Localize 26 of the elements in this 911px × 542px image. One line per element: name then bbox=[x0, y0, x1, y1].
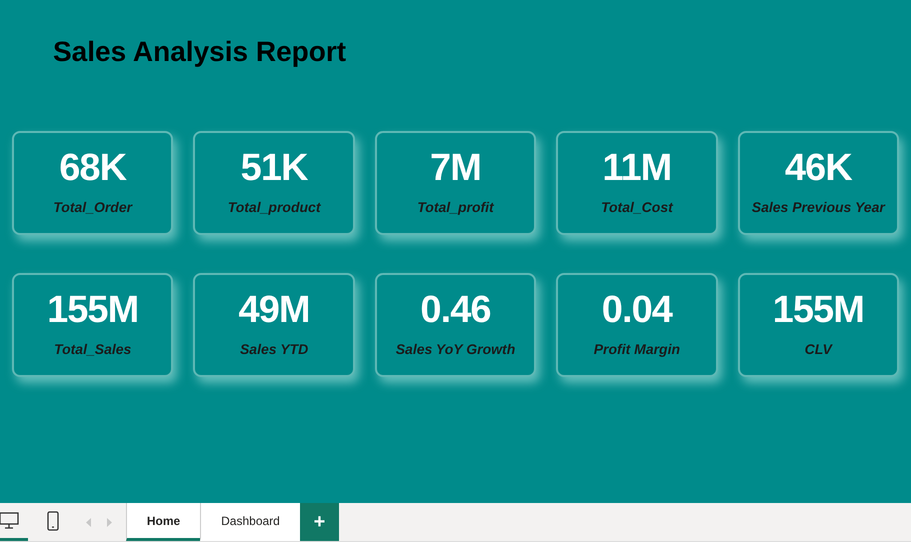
add-page-button[interactable]: + bbox=[300, 503, 339, 541]
kpi-value: 68K bbox=[59, 148, 126, 186]
kpi-label: Profit Margin bbox=[594, 340, 680, 359]
kpi-value: 7M bbox=[430, 148, 481, 186]
kpi-value: 0.04 bbox=[602, 290, 672, 328]
kpi-label: Total_Sales bbox=[54, 340, 132, 358]
report-title: Sales Analysis Report bbox=[53, 35, 346, 69]
kpi-value: 0.46 bbox=[420, 290, 491, 328]
kpi-value: 155M bbox=[772, 290, 864, 328]
page-tab[interactable]: Home bbox=[126, 503, 200, 541]
kpi-value: 49M bbox=[238, 290, 310, 328]
kpi-label: Total_profit bbox=[417, 198, 494, 217]
monitor-icon bbox=[0, 512, 19, 530]
kpi-label: Sales YoY Growth bbox=[396, 340, 516, 358]
kpi-label: Sales Previous Year bbox=[752, 198, 885, 216]
kpi-label: CLV bbox=[804, 340, 832, 358]
kpi-value: 11M bbox=[602, 148, 672, 186]
kpi-label: Total_product bbox=[228, 198, 320, 217]
kpi-label: Total_Cost bbox=[600, 198, 673, 216]
kpi-value: 51K bbox=[240, 148, 308, 186]
kpi-label: Sales YTD bbox=[240, 340, 308, 358]
page-tab[interactable]: Dashboard bbox=[200, 503, 300, 541]
kpi-value: 155M bbox=[47, 290, 138, 328]
kpi-value: 46K bbox=[784, 148, 852, 186]
kpi-label: Total_Order bbox=[53, 198, 132, 216]
phone-icon bbox=[47, 510, 59, 530]
